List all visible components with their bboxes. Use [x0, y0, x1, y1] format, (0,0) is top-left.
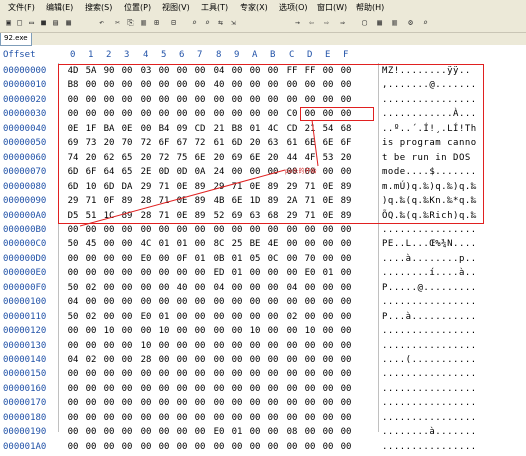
hex-byte[interactable]: 00 [266, 442, 280, 452]
hex-byte[interactable]: 00 [212, 442, 226, 452]
hex-byte[interactable]: 00 [120, 442, 134, 452]
arrow-to-pe-header [79, 169, 286, 227]
hex-byte[interactable]: 00 [139, 442, 153, 452]
hex-byte[interactable]: 00 [248, 442, 262, 452]
hex-byte[interactable]: 00 [84, 442, 98, 452]
hex-byte[interactable]: 00 [303, 442, 317, 452]
hex-byte[interactable]: 00 [193, 442, 207, 452]
hex-byte[interactable]: 00 [175, 442, 189, 452]
hex-row: 000001A0 00 00 00 00 00 00 00 00 00 00 00 00 00 00 00 00… [0, 442, 526, 456]
hex-byte[interactable]: 00 [157, 442, 171, 452]
hex-byte[interactable]: 00 [339, 442, 353, 452]
hex-byte[interactable]: 00 [230, 442, 244, 452]
annotation-arrows [79, 119, 319, 227]
hex-byte[interactable]: 00 [66, 442, 80, 452]
ascii-text[interactable]: ................ [382, 442, 477, 452]
annotation-note: pe头的开始 [285, 168, 317, 175]
row-offset: 000001A0 [3, 441, 47, 452]
hex-byte[interactable]: 00 [102, 442, 116, 452]
arrow-to-offset [311, 119, 319, 167]
hex-byte[interactable]: 00 [321, 442, 335, 452]
hex-byte[interactable]: 00 [285, 442, 299, 452]
